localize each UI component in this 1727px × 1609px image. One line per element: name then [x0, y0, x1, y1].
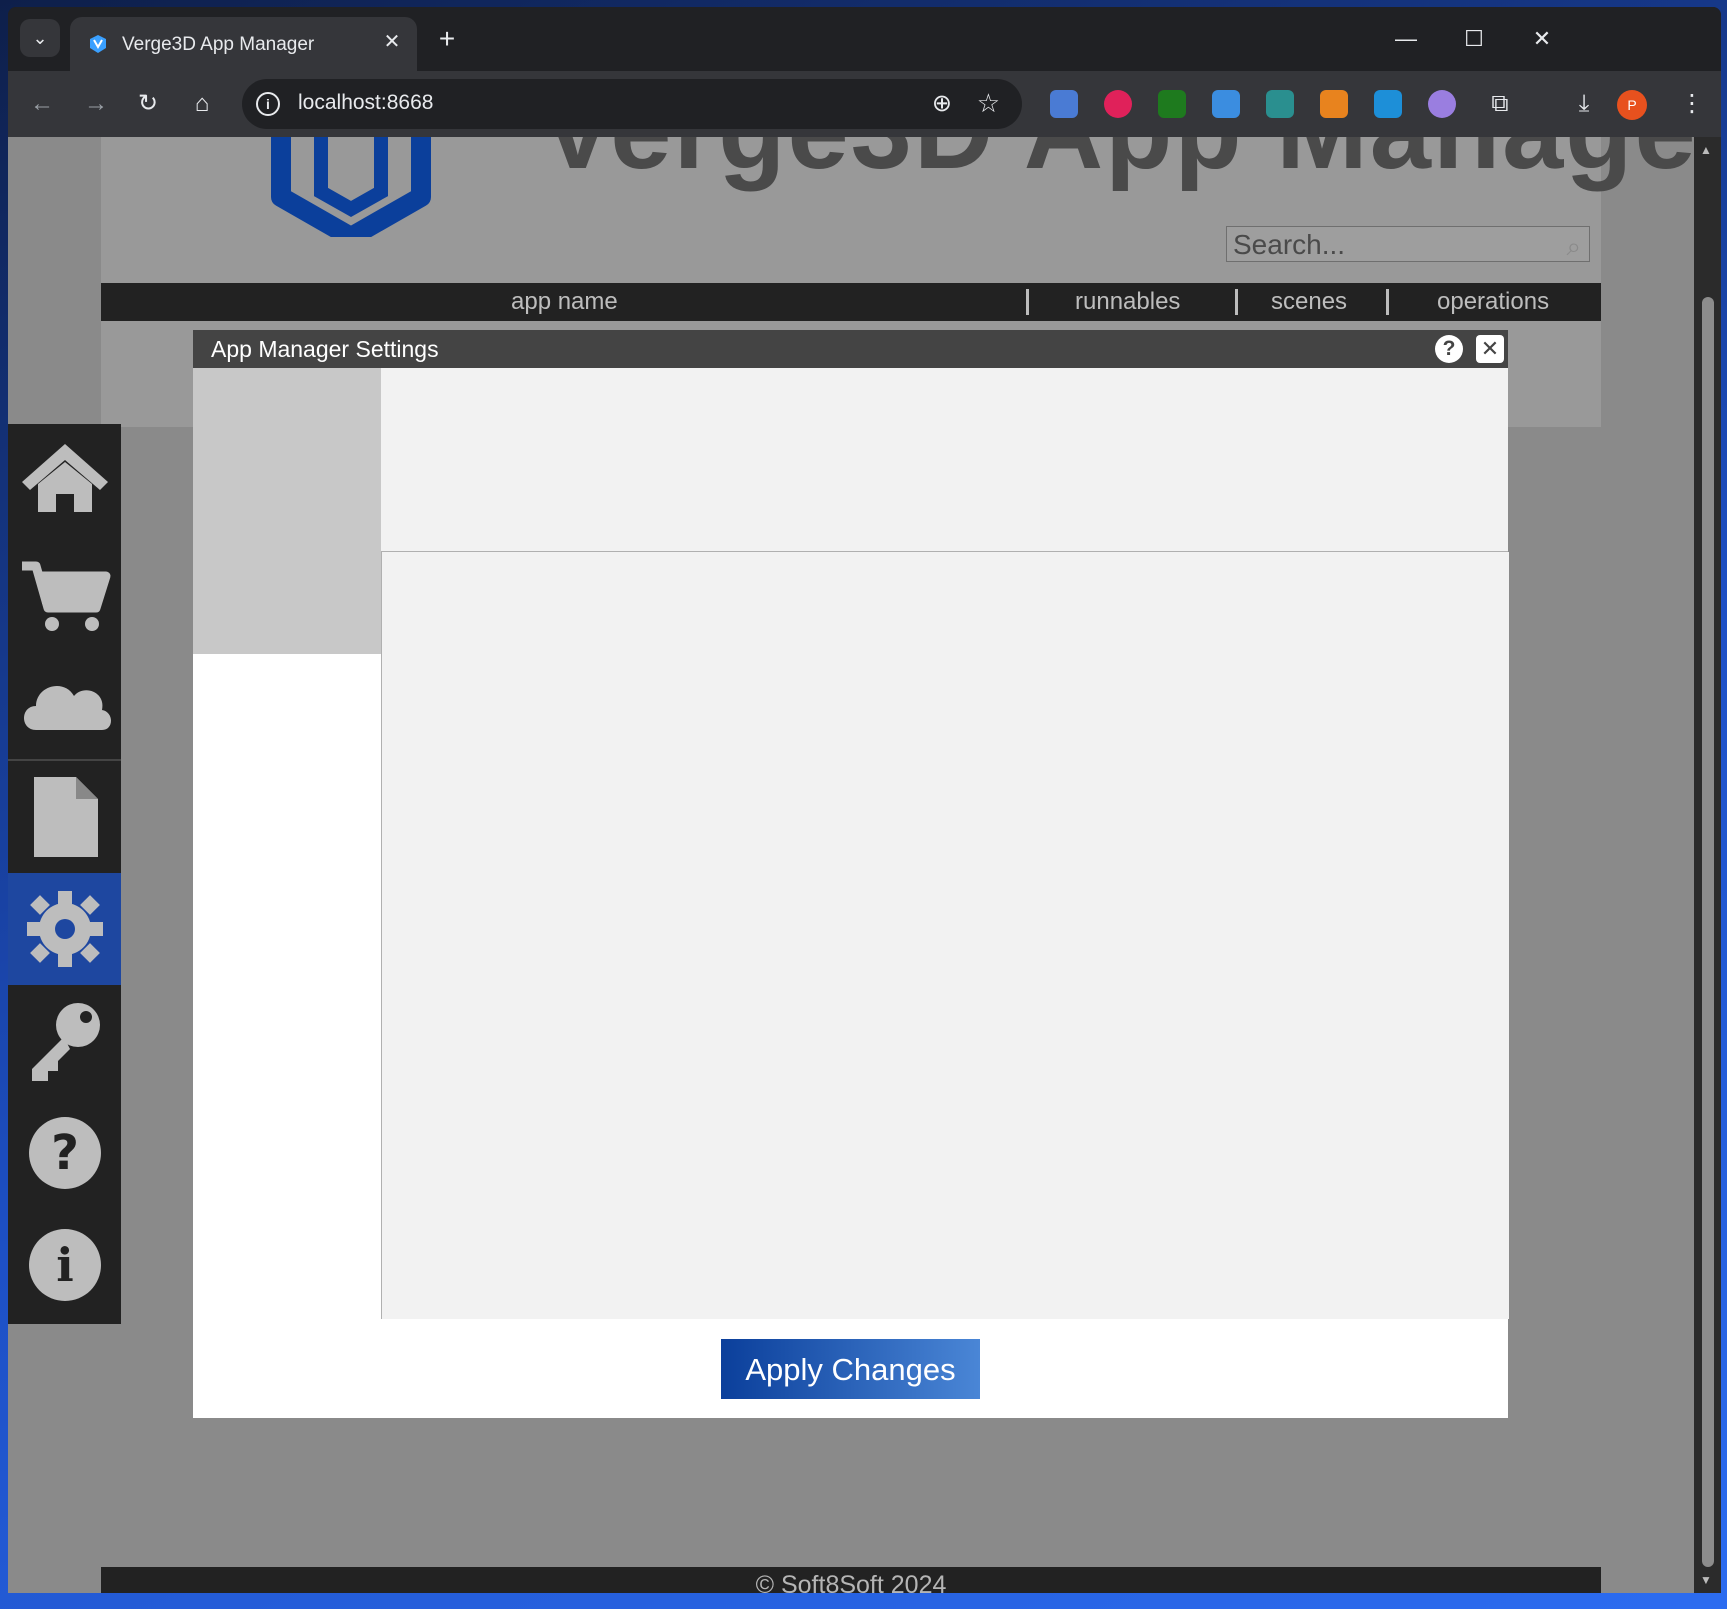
- scroll-down-arrow-icon[interactable]: ▼: [1700, 1573, 1712, 1587]
- scroll-up-arrow-icon[interactable]: ▲: [1700, 143, 1712, 157]
- nav-files[interactable]: [8, 761, 121, 873]
- maximize-button[interactable]: ☐: [1454, 21, 1494, 57]
- dialog-titlebar: App Manager Settings ? ✕: [193, 330, 1508, 368]
- tab-close-icon[interactable]: ✕: [379, 29, 405, 55]
- column-runnables[interactable]: runnables: [1075, 288, 1180, 316]
- settings-category-list[interactable]: [193, 368, 381, 654]
- app-list-header: app name runnables scenes operations: [101, 283, 1601, 321]
- svg-text:?: ?: [51, 1125, 79, 1181]
- app-title: Verge3D App Manager: [541, 137, 1694, 194]
- new-tab-button[interactable]: +: [432, 25, 462, 55]
- extension-icon-2[interactable]: [1104, 90, 1132, 118]
- search-placeholder: Search...: [1233, 229, 1346, 260]
- column-app-name[interactable]: app name: [511, 288, 618, 316]
- chart-extension-icon[interactable]: [1212, 90, 1240, 118]
- dialog-help-button[interactable]: ?: [1435, 335, 1463, 363]
- info-circle-icon: i: [29, 1229, 101, 1301]
- nav-store[interactable]: [8, 536, 121, 648]
- question-circle-icon: ?: [29, 1117, 101, 1189]
- tab-strip: ⌄ Verge3D App Manager ✕ + — ☐ ✕: [8, 7, 1721, 71]
- translate-extension-icon[interactable]: [1050, 90, 1078, 118]
- file-icon: [34, 777, 98, 857]
- downloads-icon[interactable]: ⤓: [1566, 86, 1602, 122]
- nav-cloud[interactable]: [8, 648, 121, 760]
- minimize-button[interactable]: —: [1386, 21, 1426, 57]
- home-icon: [22, 444, 108, 512]
- cloud-extension-icon[interactable]: [1428, 90, 1456, 118]
- dialog-close-button[interactable]: ✕: [1476, 335, 1504, 363]
- column-separator: [1386, 289, 1389, 315]
- settings-panel-header: [381, 368, 1508, 552]
- settings-dialog: App Manager Settings ? ✕ Apply Changes: [193, 330, 1509, 1418]
- camera-extension-icon[interactable]: [1374, 90, 1402, 118]
- site-info-icon[interactable]: i: [256, 92, 280, 116]
- download-extension-icon[interactable]: [1158, 90, 1186, 118]
- shopping-cart-icon: [22, 561, 111, 631]
- close-window-button[interactable]: ✕: [1522, 21, 1562, 57]
- nav-help[interactable]: ?: [8, 1097, 121, 1209]
- column-separator: [1026, 289, 1029, 315]
- search-input[interactable]: Search... ⌕: [1226, 226, 1590, 262]
- dialog-title: App Manager Settings: [211, 336, 439, 362]
- bookmark-star-icon[interactable]: ☆: [977, 88, 1000, 119]
- nav-settings[interactable]: [8, 873, 121, 985]
- address-bar[interactable]: i localhost:8668 ⊕ ☆: [242, 79, 1022, 129]
- url-text[interactable]: localhost:8668: [298, 91, 433, 115]
- verge3d-logo-icon: [271, 137, 431, 237]
- page-viewport: Verge3D App Manager Search... ⌕ app name…: [8, 137, 1694, 1593]
- page-footer: © Soft8Soft 2024: [101, 1567, 1601, 1593]
- key-icon: [32, 1003, 100, 1081]
- cloud-icon: [24, 685, 111, 730]
- page-scrollbar[interactable]: ▲ ▼: [1694, 137, 1721, 1593]
- apply-changes-button[interactable]: Apply Changes: [721, 1339, 980, 1399]
- forward-arrow-icon[interactable]: →: [78, 86, 114, 122]
- chevron-down-icon: ⌄: [32, 27, 48, 48]
- side-navigation: ? i: [8, 424, 121, 1324]
- tab-search-button[interactable]: ⌄: [20, 19, 60, 57]
- nav-license[interactable]: [8, 985, 121, 1097]
- gear-icon: [27, 891, 103, 967]
- zoom-icon[interactable]: ⊕: [932, 89, 952, 118]
- svg-text:i: i: [56, 1238, 73, 1292]
- nav-about[interactable]: i: [8, 1209, 121, 1321]
- home-icon[interactable]: ⌂: [184, 86, 220, 122]
- browser-toolbar: ← → ↻ ⌂ i localhost:8668 ⊕ ☆ ⧉ ⤓ P ⋮: [8, 71, 1721, 137]
- column-separator: [1235, 289, 1238, 315]
- extensions-puzzle-icon[interactable]: ⧉: [1482, 86, 1518, 122]
- search-icon: ⌕: [1566, 231, 1581, 261]
- column-operations[interactable]: operations: [1437, 288, 1549, 316]
- n-extension-icon[interactable]: [1266, 90, 1294, 118]
- column-scenes[interactable]: scenes: [1271, 288, 1347, 316]
- menu-kebab-icon[interactable]: ⋮: [1674, 86, 1710, 122]
- metamask-extension-icon[interactable]: [1320, 90, 1348, 118]
- profile-avatar[interactable]: P: [1617, 90, 1647, 120]
- nav-home[interactable]: [8, 424, 121, 536]
- reload-icon[interactable]: ↻: [130, 86, 166, 122]
- settings-panel-content: [381, 552, 1509, 1319]
- scroll-thumb[interactable]: [1702, 297, 1714, 1567]
- back-arrow-icon[interactable]: ←: [24, 86, 60, 122]
- verge3d-favicon-icon: [90, 35, 106, 53]
- tab-title: Verge3D App Manager: [122, 34, 315, 55]
- browser-tab[interactable]: Verge3D App Manager ✕: [70, 17, 417, 71]
- browser-window: ⌄ Verge3D App Manager ✕ + — ☐ ✕ ← → ↻ ⌂ …: [8, 7, 1721, 1593]
